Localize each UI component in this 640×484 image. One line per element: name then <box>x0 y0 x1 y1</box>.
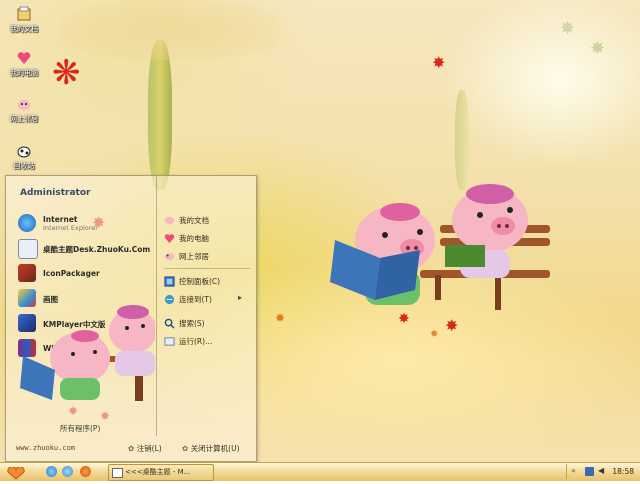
maple-leaf: ✸ <box>445 316 459 335</box>
start-heart-icon <box>7 466 25 480</box>
program-name: Internet <box>43 215 78 224</box>
my-computer-icon <box>17 52 31 64</box>
all-programs-button[interactable]: 所有程序(P) <box>60 423 100 434</box>
places-separator <box>164 268 250 269</box>
desktop-icon-recycle-bin[interactable]: 回收站 <box>2 143 46 171</box>
place-label: 网上邻居 <box>179 252 209 261</box>
recycle-bin-icon <box>17 146 31 158</box>
start-menu-programs-panel: Administrator Internet Internet Explorer… <box>10 176 157 436</box>
taskbar-window-button[interactable]: <<<桌酷主题 - M... <box>108 464 214 481</box>
desktop-icon-label: 回收站 <box>13 162 35 170</box>
maple-leaf: ✸ <box>432 53 446 72</box>
pigs-illustration <box>330 184 550 310</box>
chevron-right-icon: ▸ <box>237 293 242 302</box>
network-icon <box>18 100 30 110</box>
maple-leaf: ❋ <box>52 53 81 93</box>
volume-tray-icon[interactable]: ◀ <box>598 466 604 475</box>
place-my-computer[interactable]: 我的电脑 <box>164 232 250 246</box>
run-icon <box>164 337 175 346</box>
desktop-icon-label: 我的文档 <box>10 25 38 33</box>
place-label: 连接到(T) <box>179 295 212 304</box>
desktop-icon-my-computer[interactable]: 我的电脑 <box>2 50 46 78</box>
program-item-iconpackager[interactable]: IconPackager <box>18 263 158 283</box>
system-tray: « ◀ 18:58 <box>566 464 639 479</box>
start-menu: Administrator Internet Internet Explorer… <box>5 175 257 462</box>
quicklaunch-show-desktop-icon[interactable] <box>62 466 73 477</box>
shutdown-button[interactable]: ✿ 关闭计算机(U) <box>182 443 240 455</box>
maple-leaf: ✸ <box>560 18 576 39</box>
my-computer-icon <box>164 234 175 244</box>
program-subtitle: Internet Explorer <box>43 224 98 232</box>
tray-expand-icon[interactable]: « <box>571 466 576 475</box>
taskbar: <<<桌酷主题 - M... « ◀ 18:58 <box>0 462 640 481</box>
program-name: 桌酷主题Desk.ZhuoKu.Com <box>43 245 151 254</box>
program-item-zhuoku[interactable]: 桌酷主题Desk.ZhuoKu.Com <box>18 238 158 259</box>
taskbar-window-title: <<<桌酷主题 - M... <box>125 468 191 476</box>
logoff-icon: ✿ <box>128 444 135 453</box>
maple-leaf: ✸ <box>590 38 606 59</box>
clock: 18:58 <box>612 467 634 476</box>
place-connect-to[interactable]: 连接到(T) ▸ <box>164 293 250 307</box>
place-search[interactable]: 搜索(S) <box>164 317 250 331</box>
search-icon <box>164 318 175 329</box>
maple-leaf: ✸ <box>430 329 439 340</box>
shutdown-label: 关闭计算机(U) <box>190 444 240 453</box>
desktop-icon-label: 我的电脑 <box>10 69 38 77</box>
place-network[interactable]: 网上邻居 <box>164 250 250 264</box>
program-name: IconPackager <box>43 269 100 278</box>
desktop-icon-my-documents[interactable]: 我的文档 <box>2 6 46 34</box>
tree-trunk <box>148 40 172 190</box>
desktop-icon-network[interactable]: 网上邻居 <box>2 96 46 124</box>
place-label: 搜索(S) <box>179 319 205 328</box>
my-documents-icon <box>17 6 31 21</box>
menu-pigs-illustration <box>20 305 155 401</box>
place-run[interactable]: 运行(R)... <box>164 335 250 349</box>
shutdown-icon: ✿ <box>182 444 189 453</box>
control-panel-icon <box>164 276 175 287</box>
place-label: 我的文档 <box>179 216 209 225</box>
iconpackager-icon <box>18 264 36 282</box>
internet-explorer-icon <box>18 214 36 232</box>
my-documents-icon <box>164 216 175 225</box>
program-item-internet[interactable]: Internet Internet Explorer <box>18 213 158 233</box>
user-name: Administrator <box>20 188 91 198</box>
desktop-icon-label: 网上邻居 <box>10 115 38 123</box>
quicklaunch-ie-icon[interactable] <box>46 466 57 477</box>
connect-to-icon <box>164 294 175 305</box>
network-icon <box>164 252 175 261</box>
maple-leaf: ✸ <box>275 311 286 325</box>
logoff-button[interactable]: ✿ 注销(L) <box>128 443 162 455</box>
place-my-documents[interactable]: 我的文档 <box>164 214 250 228</box>
place-label: 控制面板(C) <box>179 277 221 286</box>
place-label: 运行(R)... <box>179 337 213 346</box>
place-control-panel[interactable]: 控制面板(C) <box>164 275 250 289</box>
desktop: ❋ ✸ ✸ ✸ ✸ ✸ ✸ ✸ ✸ ✸ ✸ 我的文档 <box>0 0 640 462</box>
start-menu-footer: www.zhuoku.com ✿ 注销(L) ✿ 关闭计算机(U) <box>6 438 256 461</box>
quicklaunch-media-icon[interactable] <box>80 466 91 477</box>
start-button[interactable] <box>3 465 29 480</box>
foliage <box>60 0 280 60</box>
window-icon <box>112 468 123 478</box>
website-url: www.zhuoku.com <box>16 444 76 452</box>
zhuoku-theme-icon <box>18 239 38 259</box>
logoff-label: 注销(L) <box>136 444 162 453</box>
place-label: 我的电脑 <box>179 234 209 243</box>
network-tray-icon[interactable] <box>585 467 594 476</box>
